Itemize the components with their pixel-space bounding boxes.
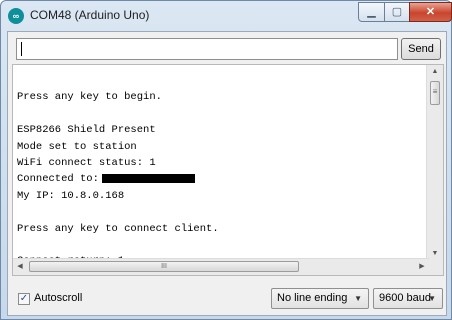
output-line: Mode set to station — [17, 140, 137, 153]
autoscroll-checkbox[interactable]: ✓ — [18, 293, 30, 305]
baud-rate-select[interactable]: 9600 baud ▼ — [373, 288, 443, 309]
autoscroll-label[interactable]: Autoscroll — [34, 292, 82, 304]
line-ending-select[interactable]: No line ending ▼ — [271, 288, 369, 309]
output-lines: Press any key to begin. ESP8266 Shield P… — [17, 73, 219, 270]
vertical-scrollbar[interactable]: ▲ ≡ ▼ — [426, 65, 443, 261]
minimize-button[interactable]: ▁ — [358, 2, 385, 22]
horizontal-scrollbar[interactable]: ◀ III ▶ — [13, 258, 429, 275]
output-line: Press any key to begin. — [17, 91, 162, 104]
baud-rate-value: 9600 baud — [379, 292, 431, 304]
vertical-scroll-thumb[interactable]: ≡ — [430, 81, 440, 105]
send-button[interactable]: Send — [401, 38, 441, 60]
line-ending-value: No line ending — [277, 292, 348, 304]
chevron-down-icon: ▼ — [428, 294, 436, 303]
serial-monitor-window: ∞ COM48 (Arduino Uno) ▁ ▢ ✕ Send Press a… — [0, 0, 452, 320]
output-line: WiFi connect status: 1 — [17, 156, 156, 169]
bottom-toolbar: ✓ Autoscroll No line ending ▼ 9600 baud … — [8, 284, 446, 314]
serial-output[interactable]: Press any key to begin. ESP8266 Shield P… — [12, 64, 444, 276]
close-button[interactable]: ✕ — [409, 2, 452, 22]
output-line: Press any key to connect client. — [17, 222, 219, 235]
connected-label: Connected to: — [17, 173, 99, 186]
scroll-left-icon[interactable]: ◀ — [13, 259, 27, 275]
send-input[interactable] — [16, 38, 398, 60]
output-line: My IP: 10.8.0.168 — [17, 189, 125, 202]
output-line: ESP8266 Shield Present — [17, 124, 156, 137]
scroll-corner — [427, 259, 443, 275]
maximize-button[interactable]: ▢ — [384, 2, 410, 22]
scroll-up-icon[interactable]: ▲ — [427, 65, 443, 79]
chevron-down-icon: ▼ — [354, 294, 362, 303]
output-line-connected: Connected to: — [17, 171, 219, 187]
redacted-ssid — [101, 174, 195, 184]
text-caret — [21, 42, 22, 56]
arduino-icon: ∞ — [8, 8, 24, 24]
title-bar[interactable]: ∞ COM48 (Arduino Uno) ▁ ▢ ✕ — [1, 1, 452, 31]
window-title: COM48 (Arduino Uno) — [30, 8, 150, 22]
horizontal-scroll-thumb[interactable]: III — [29, 261, 299, 272]
client-area: Send Press any key to begin. ESP8266 Shi… — [7, 31, 447, 316]
